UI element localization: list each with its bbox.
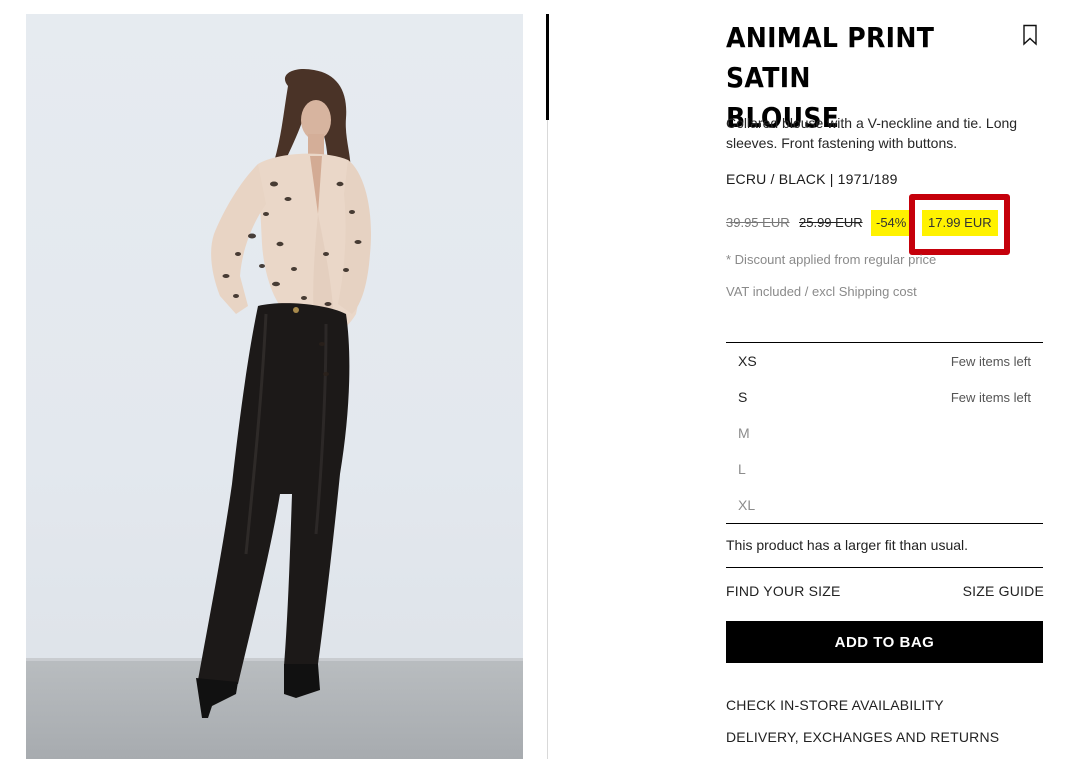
color-reference: ECRU / BLACK | 1971/189 — [726, 171, 898, 187]
bookmark-icon[interactable] — [1022, 24, 1038, 46]
original-price: 39.95 EUR — [726, 215, 790, 230]
size-option-xl[interactable]: XL — [726, 487, 1043, 523]
gallery-scrollbar-thumb[interactable] — [546, 14, 549, 120]
size-selector: XS Few items left S Few items left M L X… — [726, 342, 1043, 524]
size-label: XS — [738, 353, 757, 369]
check-store-availability-link[interactable]: CHECK IN-STORE AVAILABILITY — [726, 697, 944, 713]
model-figure — [196, 68, 372, 718]
size-label: L — [738, 461, 746, 477]
add-to-bag-button[interactable]: ADD TO BAG — [726, 621, 1043, 663]
product-page: ANIMAL PRINT SATIN BLOUSE Collared blous… — [0, 0, 1084, 769]
stock-status: Few items left — [950, 390, 1031, 405]
find-your-size-link[interactable]: FIND YOUR SIZE — [726, 583, 841, 599]
product-image[interactable] — [26, 14, 523, 759]
current-price: 17.99 EUR — [922, 210, 998, 236]
divider — [726, 567, 1043, 568]
fit-note: This product has a larger fit than usual… — [726, 537, 969, 553]
size-option-xs[interactable]: XS Few items left — [726, 343, 1043, 379]
size-label: S — [738, 389, 748, 405]
size-label: M — [738, 425, 750, 441]
size-label: XL — [738, 497, 756, 513]
discount-note: * Discount applied from regular price — [726, 252, 937, 267]
delivery-returns-link[interactable]: DELIVERY, EXCHANGES AND RETURNS — [726, 729, 999, 745]
previous-price: 25.99 EUR — [799, 215, 863, 230]
size-guide-link[interactable]: SIZE GUIDE — [963, 583, 1044, 599]
size-option-s[interactable]: S Few items left — [726, 379, 1043, 415]
price-block: 39.95 EUR 25.99 EUR -54% 17.99 EUR — [726, 194, 1044, 255]
product-description: Collared blouse with a V-neckline and ti… — [726, 115, 1018, 151]
stock-status: Few items left — [950, 354, 1031, 369]
vat-note: VAT included / excl Shipping cost — [726, 284, 917, 299]
size-option-l[interactable]: L — [726, 451, 1043, 487]
size-option-m[interactable]: M — [726, 415, 1043, 451]
discount-badge: -54% — [871, 210, 912, 236]
gallery-scrollbar-track — [547, 14, 548, 759]
